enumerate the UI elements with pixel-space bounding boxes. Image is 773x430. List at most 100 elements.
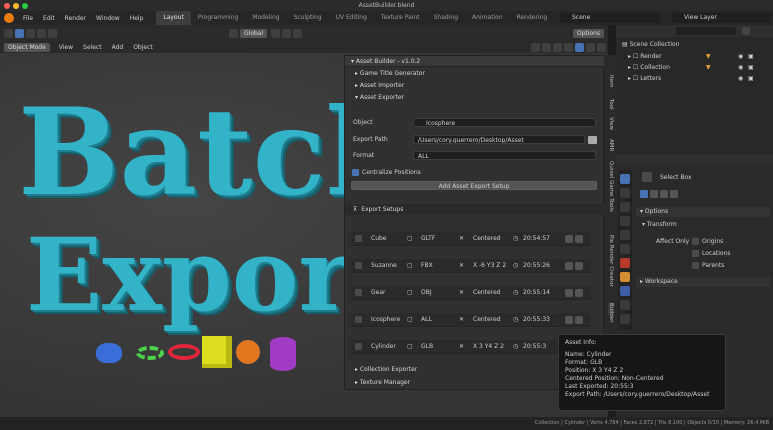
export-icon[interactable] [565, 235, 573, 243]
tab-shading[interactable]: Shading [427, 11, 465, 25]
export-icon[interactable] [565, 262, 573, 270]
row-checkbox[interactable] [355, 289, 362, 296]
cylinder-object[interactable] [270, 337, 296, 371]
row-checkbox[interactable] [355, 343, 362, 350]
section-asset-exporter[interactable]: ▾ Asset Exporter [345, 92, 605, 103]
collection-tab-icon[interactable] [620, 258, 630, 268]
tab-view[interactable]: View [608, 117, 614, 130]
select-menu[interactable]: Select [78, 44, 107, 51]
row-format[interactable]: ALL [421, 316, 432, 323]
mode-icon[interactable] [660, 190, 668, 198]
view-layer-tab-icon[interactable] [620, 216, 630, 226]
overlay-icon[interactable] [553, 42, 562, 52]
row-checkbox[interactable] [355, 262, 362, 269]
tab-programming[interactable]: Programming [191, 11, 245, 25]
outliner-search-input[interactable] [676, 27, 736, 35]
folder-icon[interactable] [588, 136, 597, 144]
workspace-section-header[interactable]: ▸ Workspace [636, 277, 770, 287]
object-field[interactable]: Icosphere [413, 118, 596, 127]
table-row[interactable]: Cylinder ▢ GLB ✕ X 3 Y4 Z 2 ◷ 20:55:3 [351, 340, 591, 354]
tab-sculpting[interactable]: Sculpting [287, 11, 329, 25]
add-menu[interactable]: Add [107, 44, 129, 51]
row-checkbox[interactable] [355, 235, 362, 242]
tab-tool[interactable]: Tool [608, 99, 614, 111]
tab-item[interactable]: Item [608, 75, 614, 88]
table-row[interactable]: Cube ▢ GLTF ✕ Centered ◷ 20:54:57 [351, 232, 591, 246]
table-row[interactable]: Icosphere ▢ ALL ✕ Centered ◷ 20:55:33 [351, 313, 591, 327]
object-menu[interactable]: Object [128, 44, 158, 51]
export-setups-header[interactable]: ⊼ Export Setups [345, 204, 605, 215]
scene-selector[interactable]: Scene [560, 13, 660, 23]
mode-icon[interactable] [640, 190, 648, 198]
eye-icon[interactable]: ◉ [738, 64, 743, 71]
options-dropdown[interactable]: Options [572, 28, 604, 38]
delete-icon[interactable] [575, 262, 583, 270]
proportional-icon[interactable] [293, 28, 303, 38]
maximize-window-icon[interactable] [22, 3, 28, 9]
material-shading-icon[interactable] [586, 42, 595, 52]
select-mode-icon[interactable] [48, 28, 57, 38]
add-asset-export-setup-button[interactable]: Add Asset Export Setup [351, 181, 597, 190]
transform-subsection[interactable]: ▾ Transform [642, 221, 677, 228]
object-mode-dropdown[interactable]: Object Mode [4, 42, 50, 52]
panel-header[interactable]: ▾ Asset Builder - v1.0.2 [345, 56, 605, 67]
camera-icon[interactable]: ▣ [748, 75, 754, 82]
delete-icon[interactable] [575, 289, 583, 297]
scene-tab-icon[interactable] [620, 230, 630, 240]
cube-object[interactable] [202, 336, 232, 368]
snap-icon[interactable] [282, 28, 292, 38]
tab-pie-render-creator[interactable]: Pie Render Creator [608, 235, 614, 287]
torus-object[interactable] [168, 344, 200, 360]
constraint-tab-icon[interactable] [620, 314, 630, 324]
tab-modeling[interactable]: Modeling [245, 11, 286, 25]
icosphere-object[interactable] [236, 340, 260, 364]
filter-icon[interactable] [742, 27, 750, 35]
row-format[interactable]: GLTF [421, 235, 435, 242]
outliner-item-render[interactable]: ▸ ☐ Render [628, 53, 662, 60]
row-checkbox[interactable] [355, 316, 362, 323]
close-window-icon[interactable] [4, 3, 10, 9]
editor-type-icon[interactable] [4, 28, 13, 38]
camera-icon[interactable]: ▣ [748, 53, 754, 60]
gizmo-icon[interactable] [542, 42, 551, 52]
solid-shading-icon[interactable] [575, 42, 584, 52]
modifier-tab-icon[interactable] [620, 286, 630, 296]
menu-help[interactable]: Help [125, 15, 149, 22]
row-format[interactable]: OBJ [421, 289, 432, 296]
outliner-item-collection[interactable]: ▸ ☐ Collection [628, 64, 670, 71]
view-layer-selector[interactable]: View Layer [672, 13, 770, 23]
mode-icon[interactable] [670, 190, 678, 198]
options-section-header[interactable]: ▾ Options [636, 207, 770, 217]
visibility-icon[interactable] [531, 42, 540, 52]
export-icon[interactable] [565, 316, 573, 324]
origins-checkbox[interactable] [692, 238, 699, 245]
tab-rendering[interactable]: Rendering [510, 11, 555, 25]
rendered-shading-icon[interactable] [597, 42, 606, 52]
tab-builder[interactable]: Builder [608, 303, 614, 322]
gear-object[interactable] [136, 346, 164, 360]
view-menu[interactable]: View [54, 44, 78, 51]
menu-render[interactable]: Render [60, 15, 91, 22]
minimize-window-icon[interactable] [13, 3, 19, 9]
physics-tab-icon[interactable] [620, 300, 630, 310]
object-tab-icon[interactable] [620, 272, 630, 282]
format-dropdown[interactable]: ALL [413, 151, 596, 160]
locations-checkbox[interactable] [692, 250, 699, 257]
row-format[interactable]: FBX [421, 262, 433, 269]
eye-icon[interactable]: ◉ [738, 53, 743, 60]
tab-layout[interactable]: Layout [156, 11, 191, 25]
blender-logo-icon[interactable] [4, 13, 14, 23]
xray-icon[interactable] [564, 42, 573, 52]
section-game-title-generator[interactable]: ▸ Game Title Generator [345, 68, 605, 79]
table-row[interactable]: Suzanne ▢ FBX ✕ X -6 Y3 Z 2 ◷ 20:55:26 [351, 259, 591, 273]
export-path-field[interactable]: /Users/cory.guerrero/Desktop/Asset [413, 135, 585, 144]
delete-icon[interactable] [575, 316, 583, 324]
outliner-item-letters[interactable]: ▸ ☐ Letters [628, 75, 661, 82]
select-box-icon[interactable] [15, 28, 24, 38]
eye-icon[interactable]: ◉ [738, 75, 743, 82]
tab-uv-editing[interactable]: UV Editing [329, 11, 374, 25]
select-mode-icon[interactable] [37, 28, 46, 38]
row-format[interactable]: GLB [421, 343, 433, 350]
tab-texture-paint[interactable]: Texture Paint [374, 11, 427, 25]
world-tab-icon[interactable] [620, 244, 630, 254]
